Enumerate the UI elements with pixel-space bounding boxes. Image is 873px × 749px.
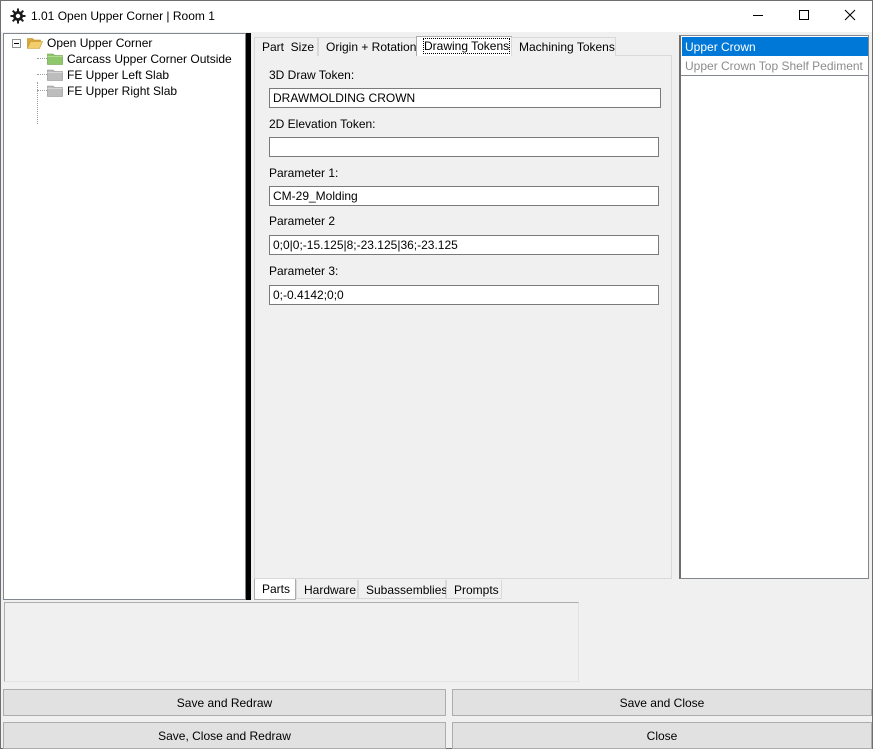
minimize-button[interactable]: [735, 1, 781, 32]
tab-label: Parts: [262, 582, 291, 596]
tab-label: Hardware: [304, 583, 357, 597]
tab-label: Part Size: [262, 40, 315, 54]
close-window-button[interactable]: [827, 1, 873, 32]
tree-node-label: FE Upper Left Slab: [67, 68, 170, 82]
parameter1-input[interactable]: [269, 186, 659, 206]
list-divider: [681, 75, 869, 76]
minimize-icon: [752, 9, 764, 24]
tree-node-carcass[interactable]: Carcass Upper Corner Outside: [47, 51, 232, 67]
maximize-button[interactable]: [781, 1, 827, 32]
tree-node-label: Open Upper Corner: [47, 36, 153, 50]
folder-open-icon: [27, 37, 43, 49]
tab-drawing-tokens[interactable]: Drawing Tokens: [416, 36, 512, 56]
tab-label: Prompts: [454, 583, 499, 597]
parameter3-input[interactable]: [269, 285, 659, 305]
tree-node-right-slab[interactable]: FE Upper Right Slab: [47, 83, 177, 99]
preview-side-panel: [580, 602, 736, 682]
parts-list[interactable]: Upper Crown Upper Crown Top Shelf Pedime…: [679, 35, 869, 579]
folder-gray-icon: [47, 69, 63, 81]
tree-connector: [37, 74, 47, 75]
folder-green-icon: [47, 53, 63, 65]
tab-prompts[interactable]: Prompts: [446, 580, 502, 599]
tab-parts[interactable]: Parts: [254, 579, 296, 600]
tab-origin-rotation[interactable]: Origin + Rotation: [318, 37, 418, 56]
title-bar[interactable]: 1.01 Open Upper Corner | Room 1: [1, 1, 872, 32]
tab-subassemblies[interactable]: Subassemblies: [358, 580, 448, 599]
drawing-tokens-panel: [254, 55, 672, 579]
tab-part-size[interactable]: Part Size: [254, 37, 318, 56]
tab-hardware[interactable]: Hardware: [296, 580, 358, 599]
close-icon: [844, 9, 856, 24]
tab-label: Subassemblies: [366, 583, 448, 597]
pane-splitter[interactable]: [246, 33, 251, 600]
tree-connector: [37, 90, 47, 91]
gear-icon: [10, 8, 26, 24]
folder-gray-icon: [47, 85, 63, 97]
parameter1-label: Parameter 1:: [269, 166, 339, 180]
tab-label: Origin + Rotation: [326, 40, 417, 54]
list-item-top-shelf-pediment[interactable]: Upper Crown Top Shelf Pediment: [682, 56, 868, 75]
tab-machining-tokens[interactable]: Machining Tokens: [511, 37, 616, 56]
tree-node-root[interactable]: Open Upper Corner: [27, 35, 152, 51]
list-item-upper-crown[interactable]: Upper Crown: [682, 37, 868, 56]
window-title: 1.01 Open Upper Corner | Room 1: [31, 9, 215, 23]
elevation2d-token-input[interactable]: [269, 137, 659, 157]
tree-node-label: Carcass Upper Corner Outside: [67, 52, 232, 66]
tree-connector: [37, 82, 38, 124]
draw3d-token-label: 3D Draw Token:: [269, 68, 355, 82]
elevation2d-token-label: 2D Elevation Token:: [269, 117, 376, 131]
tree-node-label: FE Upper Right Slab: [67, 84, 178, 98]
save-close-redraw-button[interactable]: Save, Close and Redraw: [3, 722, 446, 749]
preview-panel: [4, 602, 579, 682]
parameter2-input[interactable]: [269, 235, 659, 255]
draw3d-token-input[interactable]: [269, 88, 661, 108]
collapse-toggle-icon[interactable]: [12, 39, 21, 48]
save-and-redraw-button[interactable]: Save and Redraw: [3, 689, 446, 716]
close-button[interactable]: Close: [452, 722, 872, 749]
tab-label: Drawing Tokens: [422, 38, 511, 54]
tree-node-left-slab[interactable]: FE Upper Left Slab: [47, 67, 169, 83]
dialog-window: 1.01 Open Upper Corner | Room 1 Open Upp…: [0, 0, 873, 749]
parameter3-label: Parameter 3:: [269, 264, 339, 278]
tab-label: Machining Tokens: [519, 40, 615, 54]
assembly-tree[interactable]: Open Upper Corner Carcass Upper Corner O…: [3, 33, 246, 600]
maximize-icon: [798, 9, 810, 24]
save-and-close-button[interactable]: Save and Close: [452, 689, 872, 716]
tree-connector: [37, 58, 47, 59]
parameter2-label: Parameter 2: [269, 214, 336, 228]
